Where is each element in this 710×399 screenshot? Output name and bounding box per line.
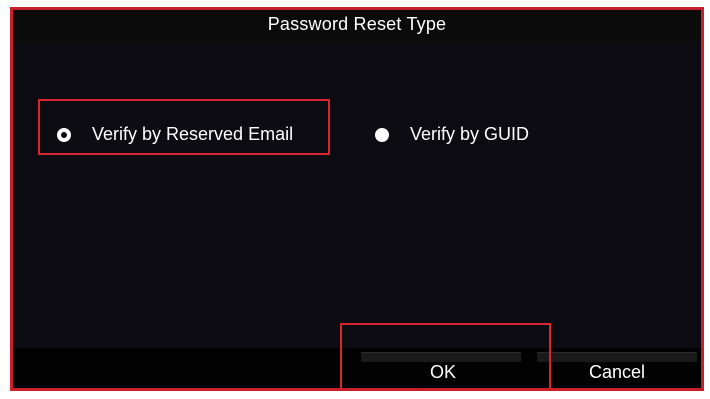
cancel-button-bar[interactable] [537, 352, 697, 362]
dialog-title: Password Reset Type [267, 13, 447, 34]
radio-label-guid: Verify by GUID [410, 124, 530, 144]
radio-option-email[interactable]: Verify by Reserved Email [57, 124, 293, 145]
radio-option-guid[interactable]: Verify by GUID [375, 124, 529, 145]
cancel-button[interactable]: Cancel [537, 362, 697, 383]
title-bar: Password Reset Type [13, 10, 701, 44]
radio-label-email: Verify by Reserved Email [92, 124, 294, 144]
radio-unchecked-icon[interactable] [375, 127, 389, 142]
radio-checked-icon[interactable] [57, 127, 71, 142]
mouse-cursor-icon [421, 386, 424, 388]
ok-button-bar[interactable] [361, 352, 521, 362]
ok-button[interactable]: OK [363, 362, 523, 383]
dialog-content: Verify by Reserved Email Verify by GUID [13, 44, 701, 348]
password-reset-dialog: Password Reset Type Verify by Reserved E… [10, 7, 704, 391]
